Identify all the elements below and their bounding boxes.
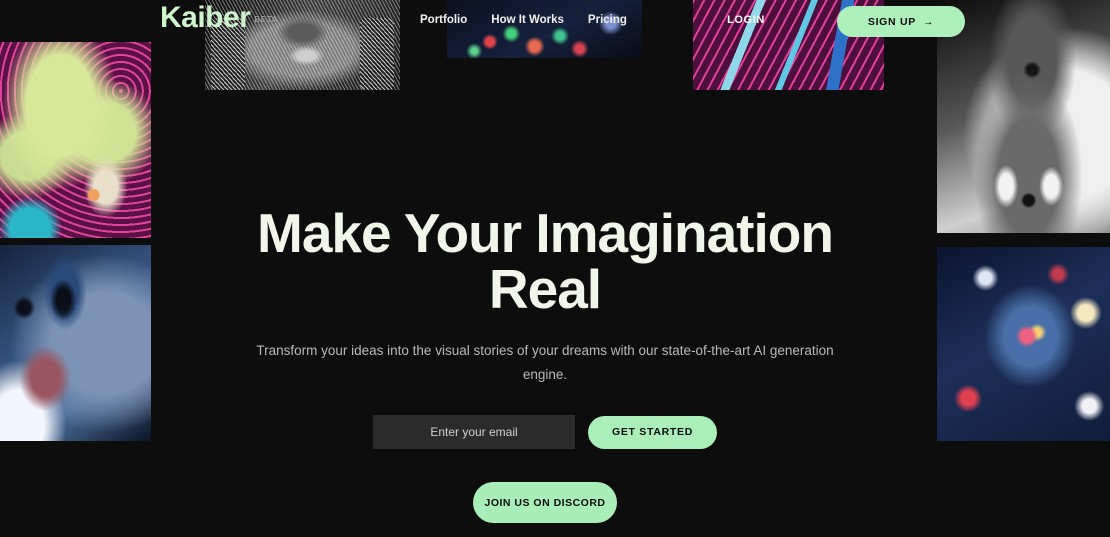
email-input[interactable] bbox=[373, 415, 575, 450]
artwork-tile-cosmic-abstract bbox=[937, 247, 1110, 441]
brand-logo[interactable]: Kaiber BETA bbox=[160, 3, 278, 33]
beta-badge: BETA bbox=[254, 15, 278, 24]
nav-item-pricing[interactable]: Pricing bbox=[588, 14, 627, 26]
page-title: Make Your Imagination Real bbox=[257, 202, 834, 321]
login-link[interactable]: LOGIN bbox=[727, 14, 765, 26]
join-discord-button[interactable]: JOIN US ON DISCORD bbox=[473, 482, 617, 524]
site-header: Kaiber BETA Portfolio How It Works Prici… bbox=[0, 0, 1110, 42]
artwork-tile-blue-portrait bbox=[0, 245, 151, 441]
logo-text: Kaiber bbox=[160, 1, 251, 34]
main-navigation: Portfolio How It Works Pricing bbox=[420, 14, 627, 26]
nav-item-portfolio[interactable]: Portfolio bbox=[420, 14, 467, 26]
landing-page: Kaiber BETA Portfolio How It Works Prici… bbox=[0, 0, 1110, 537]
signup-form: GET STARTED bbox=[373, 415, 717, 450]
arrow-right-icon: → bbox=[922, 15, 935, 28]
hero-section: Make Your Imagination Real Transform you… bbox=[155, 0, 935, 537]
sign-up-label: SIGN UP bbox=[867, 15, 916, 28]
artwork-tile-astronaut-clouds bbox=[0, 42, 151, 238]
hero-subtitle: Transform your ideas into the visual sto… bbox=[256, 343, 834, 382]
nav-item-how-it-works[interactable]: How It Works bbox=[491, 14, 564, 26]
sign-up-button[interactable]: SIGN UP → bbox=[837, 6, 965, 37]
get-started-button[interactable]: GET STARTED bbox=[588, 415, 717, 449]
